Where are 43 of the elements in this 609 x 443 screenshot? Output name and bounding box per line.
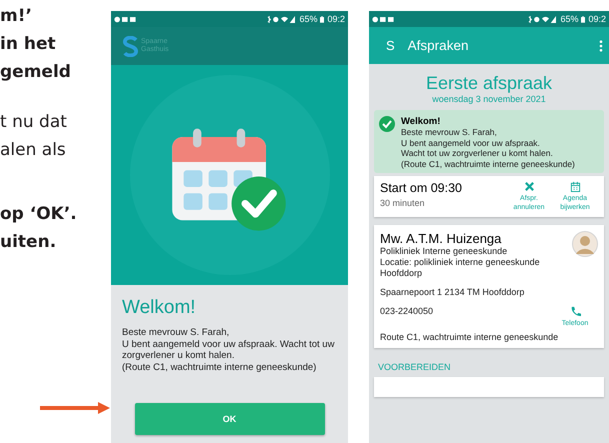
instruction-text-line: op ‘OK’. (0, 203, 78, 226)
department: Polikliniek Interne geneeskunde (380, 246, 508, 257)
welcome-message: Beste mevrouw S. Farah, U bent aangemeld voor uw afspraak. Wacht tot uw zorgverlener u komt halen. (Route C1, wachtruimte interne geneeskunde) (122, 327, 336, 373)
phone-number: 023-2240050 (380, 306, 434, 317)
battery-percentage: 65% (299, 14, 318, 24)
s-logo-icon (123, 36, 138, 56)
app-bar-title: Afspraken (408, 38, 470, 53)
body-text-line: t nu dat (0, 111, 68, 134)
system-status-icons (266, 16, 296, 22)
battery-icon (320, 16, 324, 22)
status-time: 09:2 (327, 14, 345, 24)
system-status-icons (527, 16, 558, 22)
section-heading: VOORBEREIDEN (378, 362, 452, 372)
heading-text-line: gemeld (0, 61, 72, 84)
notice-title: Welkom! (401, 116, 442, 127)
notice-message: Beste mevrouw S. Farah, U bent aangemeld voor uw afspraak. Wacht tot uw zorgverlener u komt halen. (Route C1, wachtruimte interne geneeskunde) (401, 127, 575, 169)
status-time: 09:2 (588, 14, 606, 24)
ok-button[interactable]: OK (134, 403, 324, 435)
provider-name: Mw. A.T.M. Huizenga (380, 231, 502, 246)
check-circle-icon (379, 116, 395, 132)
body-text-line: alen als (0, 139, 67, 162)
route: Route C1, wachtruimte interne geneeskunde (380, 332, 560, 343)
instruction-text-line: uiten. (0, 231, 58, 254)
more-menu-icon (599, 40, 603, 52)
heading-text-line: m!’ (0, 5, 33, 28)
pointer-arrow-icon (40, 402, 110, 414)
duration: 30 minuten (380, 198, 426, 208)
battery-icon (581, 16, 586, 22)
cancel-x-icon (524, 181, 534, 192)
notification-icons (372, 16, 396, 22)
appointment-date: woensdag 3 november 2021 (431, 94, 547, 104)
app-logo-letter: S (386, 38, 395, 53)
calendar-icon (570, 181, 580, 192)
location: Locatie: polikliniek interne geneeskunde Hoofddorp (380, 257, 541, 279)
heading-text-line: in het (0, 33, 57, 56)
battery-percentage: 65% (560, 14, 578, 24)
address: Spaarnepoort 1 2134 TM Hoofddorp (380, 287, 526, 298)
start-time: Start om 09:30 (380, 181, 463, 195)
notification-icons (114, 16, 138, 22)
welcome-title: Welkom! (122, 297, 197, 319)
avatar-icon (572, 231, 598, 257)
appointment-heading: Eerste afspraak (424, 72, 554, 94)
phone-icon (570, 306, 580, 317)
